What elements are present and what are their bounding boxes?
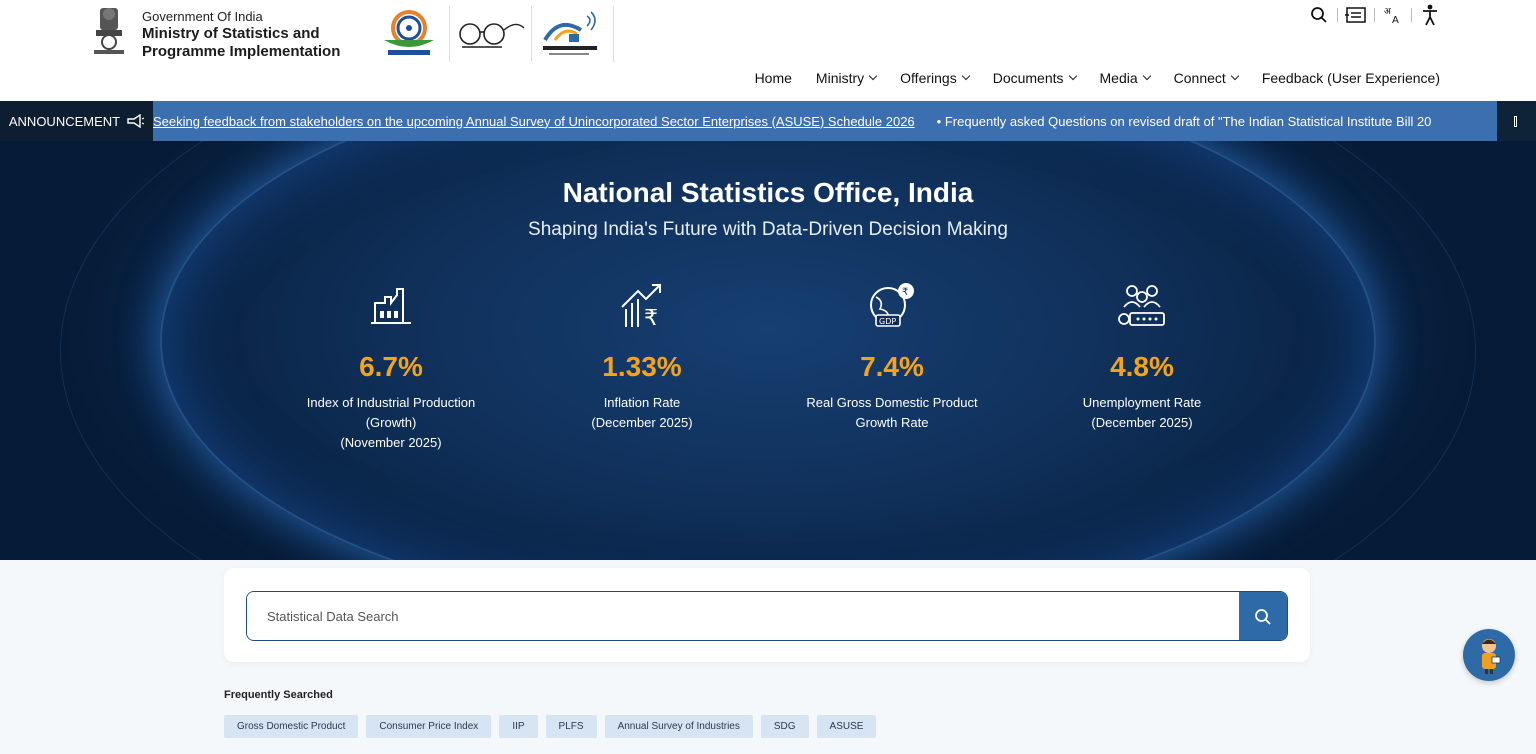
frequently-searched-chips: Gross Domestic Product Consumer Price In… [224,715,877,738]
nav-ministry[interactable]: Ministry [815,70,878,86]
national-emblem-logo[interactable] [88,4,130,62]
logo-divider [449,6,450,62]
chevron-down-icon [961,71,970,81]
stat-label-line: Index of Industrial Production [306,395,476,410]
nav-connect[interactable]: Connect [1173,70,1240,86]
stat-label-line: (December 2025) [1091,415,1193,430]
nav-media[interactable]: Media [1099,70,1151,86]
inflation-icon: ₹ [621,284,661,331]
stat-label-line: (December 2025) [591,415,693,430]
hero-banner: National Statistics Office, India Shapin… [0,141,1536,560]
stat-gdp[interactable]: ₹ GDP 7.4% Real Gross Domestic Product G… [782,281,1002,433]
stat-label: Inflation Rate (December 2025) [532,393,752,433]
chevron-down-icon [1142,71,1151,81]
nav-offerings[interactable]: Offerings [900,70,970,86]
announcement-link-asuse[interactable]: Seeking feedback from stakeholders on th… [153,114,915,129]
search-icon[interactable] [1301,4,1337,26]
nav-feedback[interactable]: Feedback (User Experience) [1262,70,1440,86]
stat-iip[interactable]: 6.7% Index of Industrial Production (Gro… [281,281,501,453]
chevron-down-icon [1230,71,1240,81]
utility-toolbar: अA [1301,4,1448,26]
main-nav: Home Ministry Offerings Documents Media … [755,70,1440,86]
announcement-bar: ANNOUNCEMENT Seeking feedback from stake… [0,101,1536,141]
stat-unemployment[interactable]: 4.8% Unemployment Rate (December 2025) [1032,281,1252,433]
hero-title: National Statistics Office, India [562,177,974,208]
gov-line-1: Government Of India [142,9,263,24]
announcement-label-text: ANNOUNCEMENT [8,113,121,129]
stat-label-line: Unemployment Rate [1082,395,1202,410]
ministry-title[interactable]: Government Of India Ministry of Statisti… [142,9,340,61]
stat-value: 6.7% [359,351,423,382]
stat-value: 4.8% [1110,351,1174,382]
nav-documents[interactable]: Documents [992,70,1077,86]
hero-subtitle: Shaping India's Future with Data-Driven … [528,219,1008,240]
nav-home[interactable]: Home [755,70,792,86]
gov-line-2: Ministry of Statistics and [142,24,320,42]
nav-media-label: Media [1099,70,1138,86]
search-card [224,568,1310,662]
svg-text:GDP: GDP [879,317,896,326]
frequently-searched-title: Frequently Searched [224,689,333,701]
unemployment-icon [1118,285,1165,326]
stat-label-line: Growth Rate [855,415,929,430]
logo-divider [531,6,532,62]
announcement-link-isi-bill[interactable]: • Frequently asked Questions on revised … [915,114,1432,129]
nav-home-label: Home [754,70,792,86]
search-box [246,591,1288,641]
gov-line-3: Programme Implementation [142,42,341,60]
chip-asuse[interactable]: ASUSE [816,715,877,738]
svg-text:₹: ₹ [644,306,658,331]
stat-label: Index of Industrial Production (Growth) … [281,393,501,453]
svg-text:A: A [1392,15,1399,25]
gdp-icon: ₹ GDP [870,283,914,327]
search-input[interactable] [247,592,1239,640]
pause-icon [1513,115,1517,127]
pause-ticker-button[interactable] [1504,101,1526,141]
chip-cpi[interactable]: Consumer Price Index [366,715,492,738]
nav-offerings-label: Offerings [900,70,957,86]
chevron-down-icon [868,71,878,81]
language-icon[interactable]: अA [1375,4,1411,26]
nav-ministry-label: Ministry [815,70,865,86]
stat-label-line: Inflation Rate [603,395,681,410]
chatbot-avatar-icon [1482,639,1501,674]
stat-label-line: (November 2025) [340,435,442,450]
site-header: Government Of India Ministry of Statisti… [0,0,1536,101]
stat-label-line: (Growth) [365,415,417,430]
sitemap-icon[interactable] [1338,4,1374,26]
nav-documents-label: Documents [992,70,1064,86]
stat-value: 7.4% [860,351,924,382]
nav-feedback-label: Feedback (User Experience) [1261,70,1440,86]
announcement-ticker: Seeking feedback from stakeholders on th… [153,101,1497,141]
chatbot-button[interactable] [1463,629,1515,681]
accessibility-icon[interactable] [1412,4,1448,26]
factory-icon [371,288,411,324]
chip-plfs[interactable]: PLFS [545,715,597,738]
chip-asi[interactable]: Annual Survey of Industries [604,715,753,738]
swachh-bharat-logo[interactable] [456,16,528,52]
svg-text:₹: ₹ [902,287,908,298]
chip-gdp[interactable]: Gross Domestic Product [224,715,359,738]
chip-iip[interactable]: IIP [499,715,538,738]
announcement-label: ANNOUNCEMENT [0,101,153,141]
logo-divider [613,6,614,62]
svg-text:अ: अ [1384,7,1392,17]
chevron-down-icon [1068,71,1077,81]
data-for-development-logo[interactable] [378,6,440,60]
megaphone-icon [127,114,145,128]
search-icon [1255,609,1271,625]
stat-label: Real Gross Domestic Product Growth Rate [782,393,1002,433]
search-button[interactable] [1239,592,1287,640]
stat-label: Unemployment Rate (December 2025) [1032,393,1252,433]
chip-sdg[interactable]: SDG [760,715,809,738]
stat-inflation[interactable]: ₹ 1.33% Inflation Rate (December 2025) [532,281,752,433]
stat-label-line: Real Gross Domestic Product [806,395,978,410]
stat-value: 1.33% [602,351,682,382]
nav-connect-label: Connect [1173,70,1226,86]
stay-safe-online-logo[interactable] [535,8,605,60]
